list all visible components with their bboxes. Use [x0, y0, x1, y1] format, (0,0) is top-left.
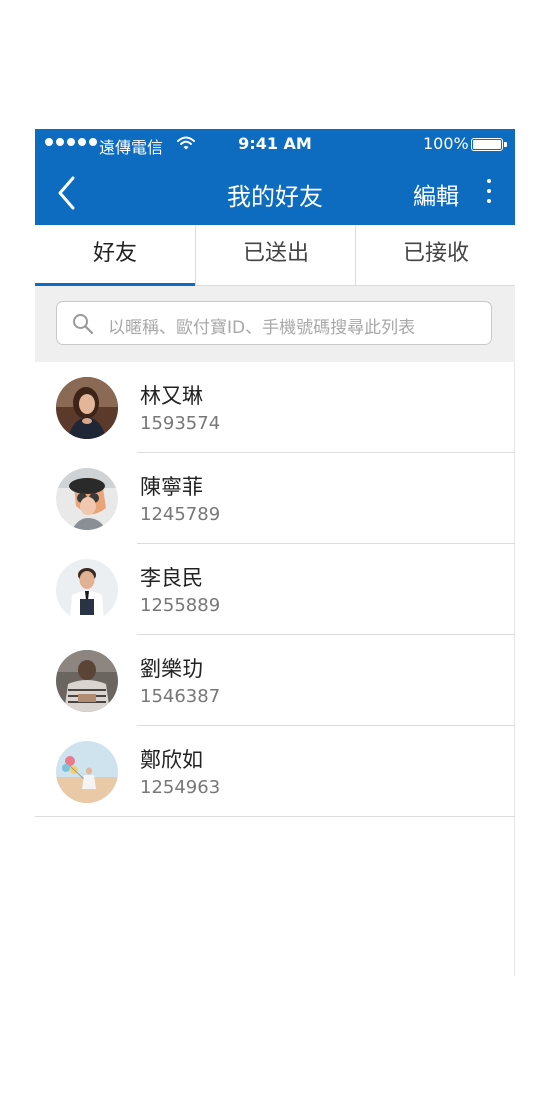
- navigation-bar: 我的好友 編輯: [35, 161, 515, 225]
- tab-received[interactable]: 已接收: [356, 225, 515, 283]
- avatar: [56, 377, 118, 439]
- avatar: [56, 559, 118, 621]
- search-placeholder: 以暱稱、歐付寶ID、手機號碼搜尋此列表: [108, 318, 416, 338]
- friend-id: 1254963: [140, 777, 221, 798]
- friend-row[interactable]: 李良民 1255889: [35, 544, 515, 635]
- friend-name: 陳寧菲: [140, 475, 203, 499]
- avatar: [56, 650, 118, 712]
- friend-name: 劉樂玏: [140, 657, 203, 681]
- status-bar: 遠傳電信 9:41 AM 100%: [35, 129, 515, 159]
- friend-list: 林又琳 1593574 陳寧菲 1245789 李良民 1255889 劉樂玏 …: [35, 362, 515, 817]
- row-divider: [35, 816, 515, 817]
- battery-icon: [471, 138, 507, 151]
- friend-row[interactable]: 林又琳 1593574: [35, 362, 515, 453]
- friend-row[interactable]: 劉樂玏 1546387: [35, 635, 515, 726]
- avatar: [56, 741, 118, 803]
- friend-id: 1245789: [140, 504, 221, 525]
- friend-id: 1546387: [140, 686, 221, 707]
- app-screen: 遠傳電信 9:41 AM 100% 我的好友 編輯 好友 已送出 已接收 以暱稱…: [35, 129, 515, 976]
- friend-id: 1255889: [140, 595, 221, 616]
- friend-name: 李良民: [140, 566, 203, 590]
- battery-percent: 100%: [423, 134, 469, 153]
- search-icon: [71, 312, 95, 340]
- friend-row[interactable]: 陳寧菲 1245789: [35, 453, 515, 544]
- search-input[interactable]: 以暱稱、歐付寶ID、手機號碼搜尋此列表: [56, 301, 492, 345]
- search-area: 以暱稱、歐付寶ID、手機號碼搜尋此列表: [35, 286, 515, 362]
- friend-row[interactable]: 鄭欣如 1254963: [35, 726, 515, 817]
- more-vertical-icon[interactable]: [485, 179, 493, 207]
- avatar: [56, 468, 118, 530]
- friend-name: 林又琳: [140, 384, 203, 408]
- friend-name: 鄭欣如: [140, 748, 203, 772]
- friend-id: 1593574: [140, 413, 221, 434]
- tab-sent[interactable]: 已送出: [196, 225, 356, 283]
- tab-bar: 好友 已送出 已接收: [35, 225, 515, 286]
- tab-friends[interactable]: 好友: [35, 225, 195, 283]
- top-bar: 遠傳電信 9:41 AM 100% 我的好友 編輯: [35, 129, 515, 225]
- edit-button[interactable]: 編輯: [413, 177, 459, 211]
